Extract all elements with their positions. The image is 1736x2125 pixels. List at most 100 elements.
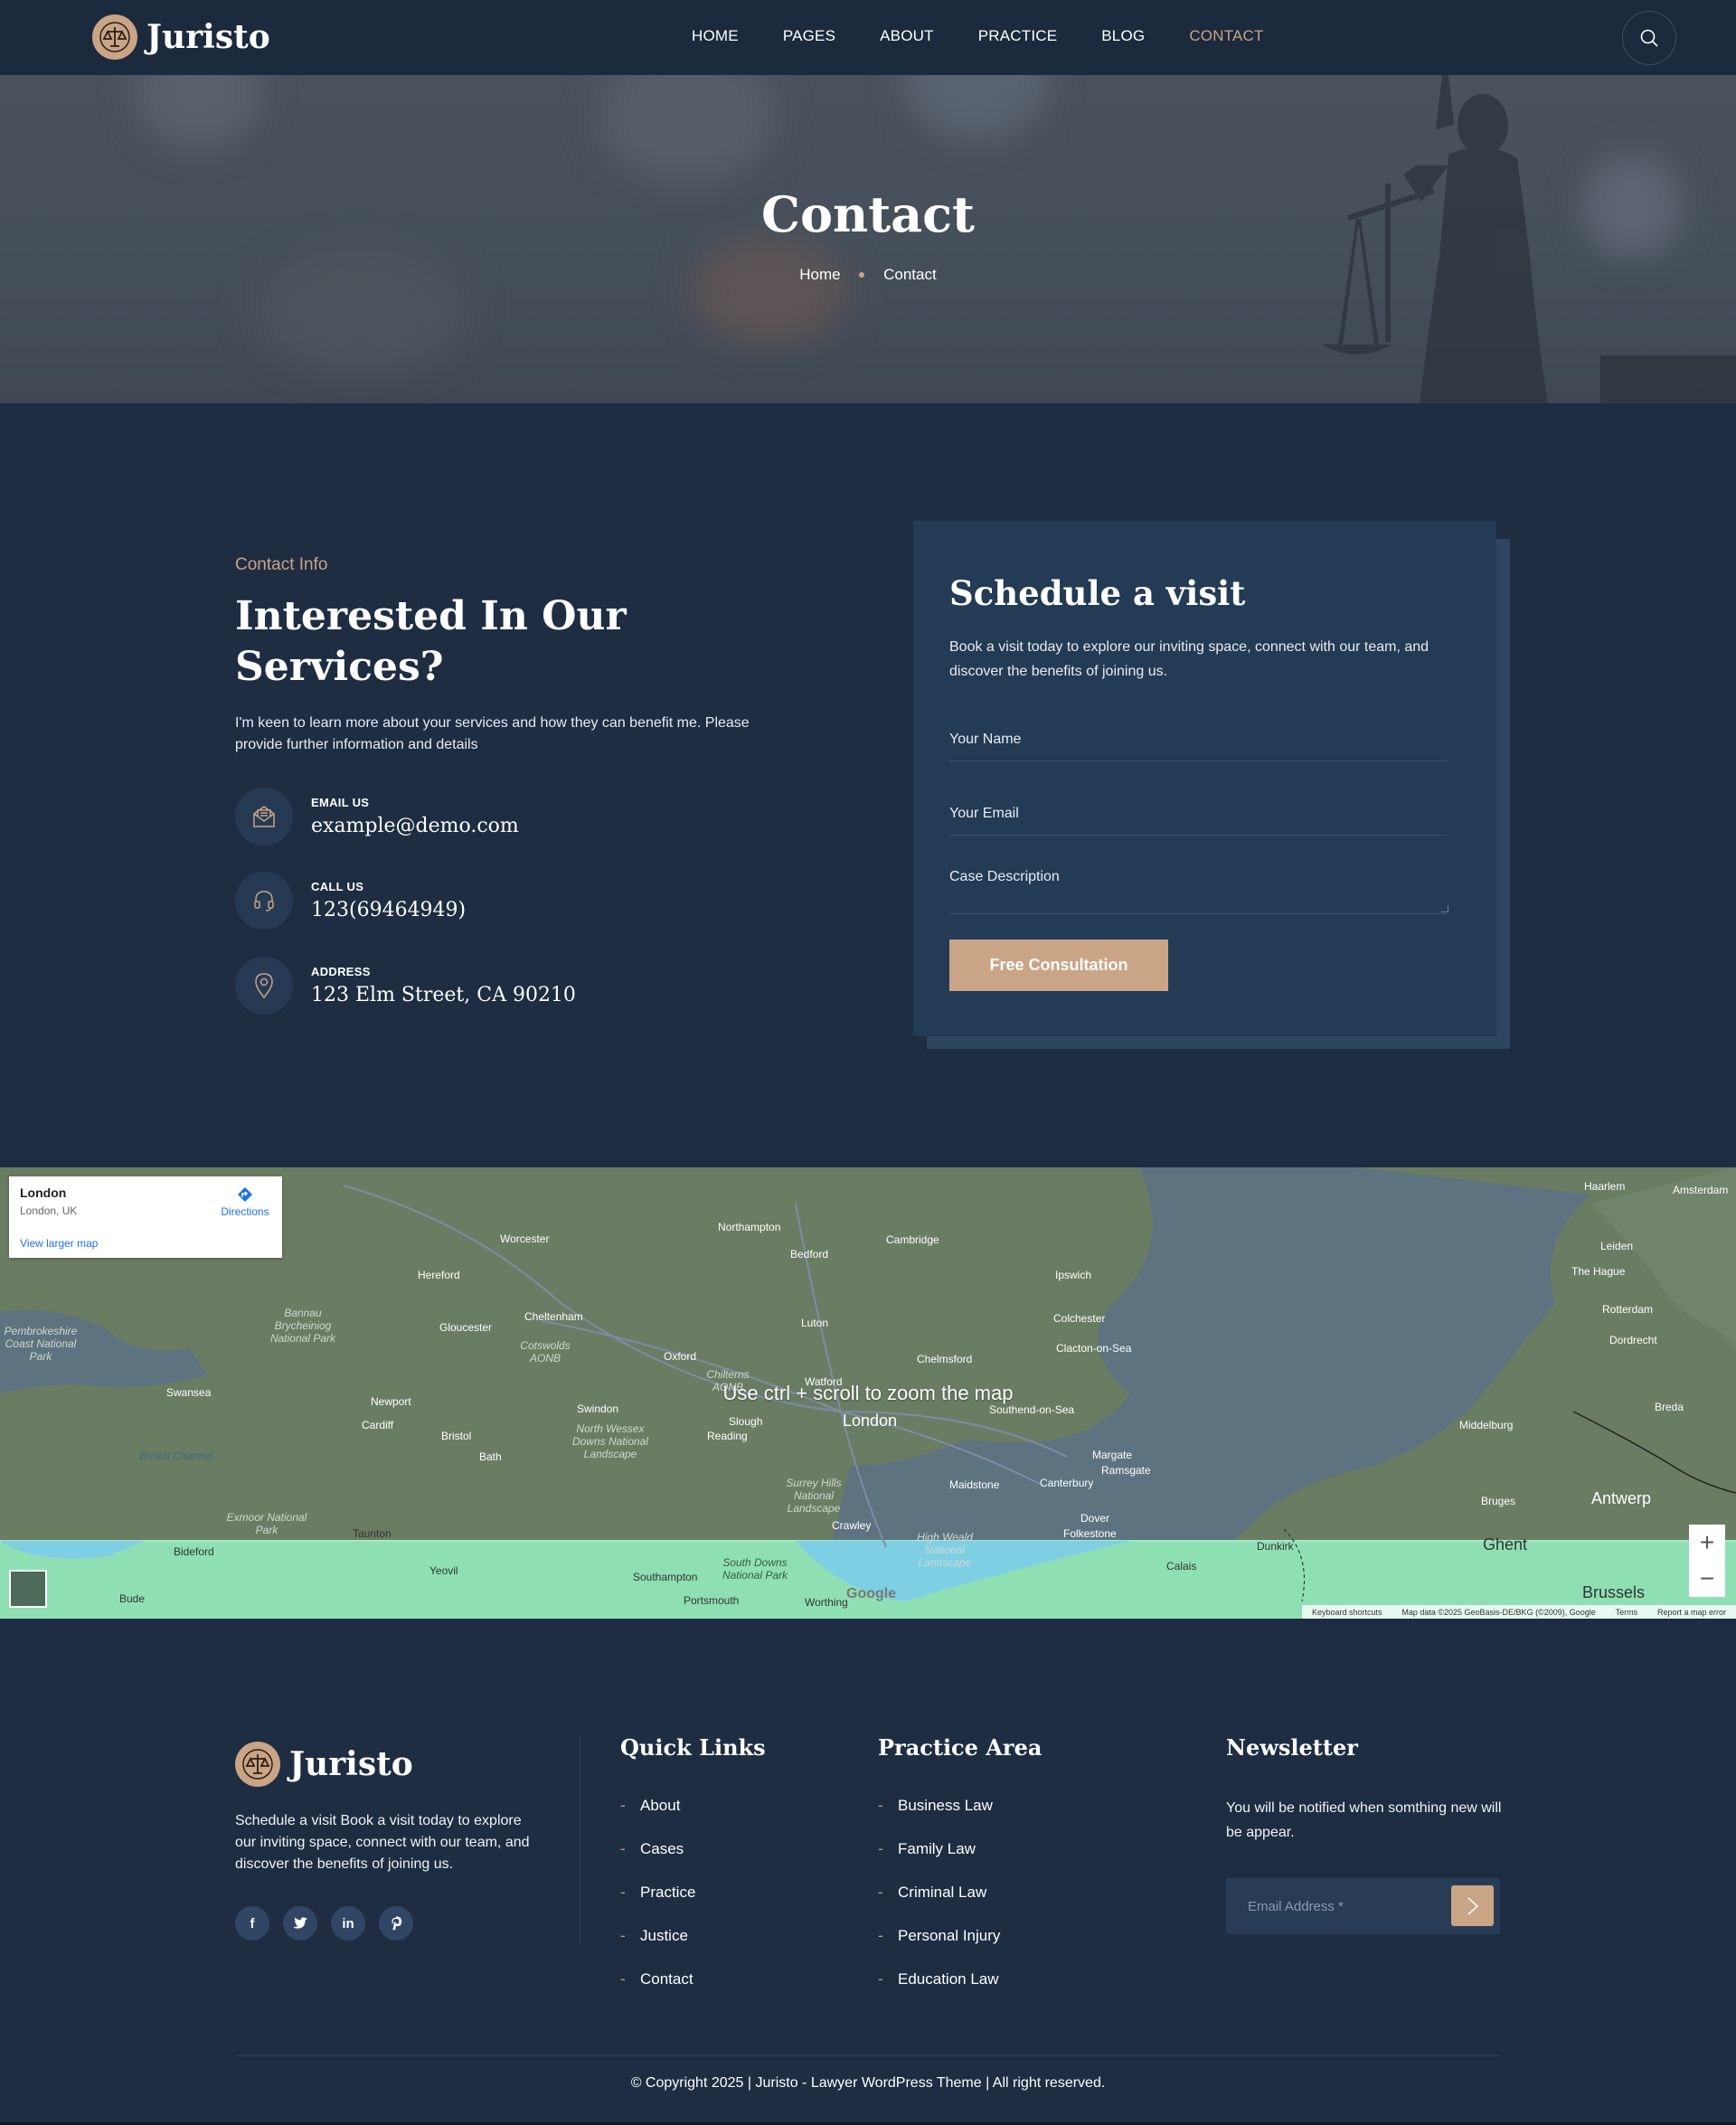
view-larger-map-link[interactable]: View larger map [20,1237,98,1250]
map-city-label: Bideford [174,1545,214,1558]
pinterest-icon[interactable] [379,1906,413,1941]
footer-brand-name: Juristo [289,1745,413,1783]
nav-pages[interactable]: PAGES [783,27,835,45]
list-dash: - [620,1970,626,1988]
quick-link-label: Justice [640,1927,688,1944]
quick-link-label: Practice [640,1884,696,1901]
map-city-label: Cheltenham [524,1310,583,1323]
page-hero: Contact Home Contact [0,75,1736,403]
facebook-icon[interactable]: f [235,1906,269,1941]
practice-link-criminal-law[interactable]: - Criminal Law [878,1884,1000,1927]
free-consultation-button[interactable]: Free Consultation [949,940,1168,991]
map-city-label: Amsterdam [1673,1184,1729,1196]
textarea-resize-handle[interactable] [1441,905,1448,912]
map-city-label: Calais [1166,1560,1197,1572]
map-city-label: The Hague [1571,1265,1626,1278]
map-city-label: Chelmsford [917,1353,973,1365]
page-title: Contact [760,185,975,243]
main-menu: HOME PAGES ABOUT PRACTICE BLOG CONTACT [692,27,1308,45]
linkedin-icon[interactable]: in [331,1906,365,1941]
map-city-label: Hereford [418,1269,460,1281]
map-city-label: Bruges [1481,1495,1516,1507]
quick-link-contact[interactable]: - Contact [620,1970,695,2014]
map-city-label: Dordrecht [1609,1334,1657,1346]
location-map[interactable]: London London, UK View larger map Direct… [0,1167,1736,1619]
nav-about[interactable]: ABOUT [880,27,934,45]
report-map-error-link[interactable]: Report a map error [1657,1608,1726,1617]
contact-info-title: Interested In Our Services? [235,593,627,690]
quick-link-about[interactable]: - About [620,1797,695,1840]
quick-link-justice[interactable]: - Justice [620,1927,695,1970]
map-city-label: Leiden [1600,1240,1634,1252]
form-title: Schedule a visit [949,573,1246,613]
map-city-label: Bristol [441,1430,472,1442]
quick-link-label: About [640,1797,681,1814]
list-dash: - [878,1840,883,1857]
footer-rule [235,2055,1501,2056]
address-label: ADDRESS [311,965,371,978]
nav-practice[interactable]: PRACTICE [978,27,1058,45]
map-city-label: Luton [801,1317,829,1329]
map-region-label: Bristol Channel [139,1450,213,1462]
nav-blog[interactable]: BLOG [1101,27,1145,45]
map-zoom-out-button[interactable]: − [1689,1561,1725,1597]
footer-logo[interactable]: Juristo [235,1742,413,1787]
email-value[interactable]: example@demo.com [311,815,519,837]
map-city-label: Colchester [1053,1312,1106,1325]
list-dash: - [620,1884,626,1901]
practice-link-personal-injury[interactable]: - Personal Injury [878,1927,1000,1970]
directions-label: Directions [221,1205,269,1218]
newsletter-email-input[interactable] [1226,1878,1443,1934]
newsletter-form [1226,1878,1500,1934]
map-region-label: Pembrokeshire Coast National Park [4,1325,78,1363]
map-region-label: North Wessex Downs National Landscape [571,1422,649,1460]
practice-link-family-law[interactable]: - Family Law [878,1840,1000,1884]
map-city-label: Middelburg [1459,1419,1514,1431]
map-zoom-in-button[interactable]: + [1689,1525,1725,1561]
directions-icon [238,1187,252,1202]
terms-link[interactable]: Terms [1616,1608,1638,1617]
copyright-text: © Copyright 2025 | Juristo - Lawyer Word… [630,2075,1106,2091]
map-city-label: Canterbury [1040,1477,1094,1489]
breadcrumb-separator [859,271,865,278]
map-city-label: Haarlem [1584,1180,1626,1193]
map-region-label: Exmoor National Park [226,1511,307,1536]
form-description: Book a visit today to explore our inviti… [949,639,1429,679]
phone-value[interactable]: 123(69464949) [311,899,466,921]
map-city-label: Reading [707,1430,748,1442]
case-description-input[interactable] [949,869,1447,914]
search-button[interactable] [1622,11,1676,65]
nav-contact[interactable]: CONTACT [1189,27,1263,45]
map-city-label: Folkestone [1063,1527,1117,1540]
email-input[interactable] [949,792,1447,836]
newsletter-submit-button[interactable] [1451,1885,1494,1926]
list-dash: - [878,1797,883,1814]
breadcrumb-home[interactable]: Home [799,266,840,284]
practice-link-education-law[interactable]: - Education Law [878,1970,1000,2014]
map-region-label: South Downs National Park [722,1556,788,1582]
site-logo[interactable]: Juristo [92,14,270,60]
twitter-icon[interactable] [283,1906,317,1941]
breadcrumb-current: Contact [883,265,937,283]
envelope-icon [235,788,293,845]
map-city-label: Bedford [790,1248,829,1261]
practice-link-business-law[interactable]: - Business Law [878,1797,1000,1840]
quick-link-cases[interactable]: - Cases [620,1840,695,1884]
map-city-label: Dunkirk [1257,1540,1294,1553]
contact-phone: CALL US 123(69464949) [235,872,466,930]
keyboard-shortcuts-link[interactable]: Keyboard shortcuts [1312,1608,1382,1617]
nav-home[interactable]: HOME [692,27,739,45]
chevron-right-icon [1467,1896,1478,1915]
map-city-label: Crawley [832,1519,872,1532]
phone-label: CALL US [311,880,364,893]
directions-button[interactable]: Directions [215,1185,275,1218]
quick-link-practice[interactable]: - Practice [620,1884,695,1927]
map-layer-toggle[interactable] [9,1570,47,1608]
map-city-label: Worthing [805,1596,848,1609]
map-city-label: Rotterdam [1602,1303,1654,1316]
map-data-credit: Map data ©2025 GeoBasis-DE/BKG (©2009), … [1401,1607,1596,1617]
practice-link-label: Family Law [898,1840,976,1857]
map-city-label: Bath [479,1450,502,1463]
name-input[interactable] [949,718,1447,761]
newsletter-title: Newsletter [1226,1734,1358,1761]
